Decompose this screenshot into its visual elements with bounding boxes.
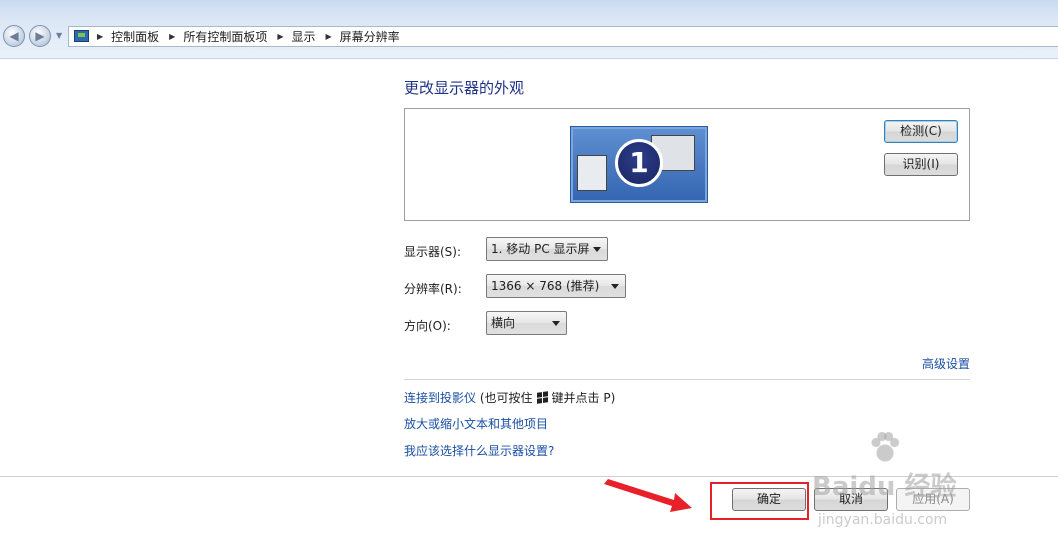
- watermark-main: Baidu 经验: [812, 472, 957, 502]
- baidu-watermark: Baidu 经验 jingyan.baidu.com: [812, 432, 1002, 532]
- paw-logo-icon: [870, 432, 900, 462]
- watermark-sub: jingyan.baidu.com: [818, 512, 948, 528]
